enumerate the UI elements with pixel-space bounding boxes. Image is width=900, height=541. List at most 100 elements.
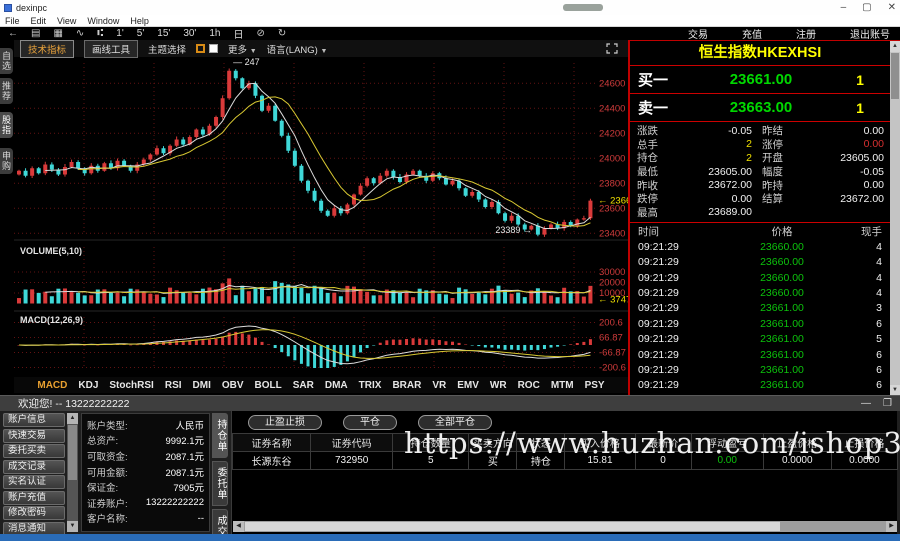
indicator-tab-obv[interactable]: OBV [222, 380, 244, 391]
menu-scroll-up-icon[interactable]: ▲ [67, 413, 78, 424]
candle-icon[interactable]: ⑆ [97, 28, 103, 39]
theme-dark-swatch[interactable] [196, 43, 219, 54]
minimize-icon[interactable]: – [841, 2, 847, 13]
sidebar-tab-watchlist[interactable]: 自选 [0, 48, 13, 74]
more-dropdown[interactable]: 更多 ▼ [228, 42, 257, 56]
position-action-button[interactable]: 平仓 [343, 415, 397, 430]
indicator-tab-wr[interactable]: WR [490, 380, 507, 391]
order-tab-3[interactable]: 成交单 [212, 509, 228, 534]
tape-row[interactable]: 09:21:29 23660.00 4 [630, 239, 890, 254]
recharge-link[interactable]: 充值 [742, 26, 762, 41]
account-menu-button[interactable]: 修改密码 [3, 506, 65, 520]
language-dropdown[interactable]: 语言(LANG) ▼ [267, 42, 328, 56]
indicator-tab-mtm[interactable]: MTM [551, 380, 574, 391]
sidebar-tab-recommend[interactable]: 推荐 [0, 78, 13, 104]
scroll-thumb[interactable] [891, 53, 899, 99]
grid-icon[interactable]: ▦ [53, 28, 62, 39]
account-value: 2087.1元 [165, 467, 204, 479]
indicator-tab-emv[interactable]: EMV [457, 380, 479, 391]
indicator-tab-stochrsi[interactable]: StochRSI [109, 380, 153, 391]
tape-row[interactable]: 09:21:29 23661.00 6 [630, 347, 890, 362]
register-link[interactable]: 注册 [796, 26, 816, 41]
indicator-tab-macd[interactable]: MACD [37, 380, 67, 391]
tape-row[interactable]: 09:21:29 23660.00 4 [630, 255, 890, 270]
quote-scrollbar[interactable]: ▲ ▼ [890, 41, 900, 396]
close-icon[interactable]: ✕ [888, 2, 896, 13]
menu-help[interactable]: Help [130, 16, 149, 26]
draw-tools-button[interactable]: 画线工具 [84, 39, 139, 58]
price-chart[interactable]: 2460024400242002400023800236002340030000… [14, 57, 628, 377]
tape-row[interactable]: 09:21:29 23661.00 6 [630, 378, 890, 393]
panel-minimize-icon[interactable]: — [861, 396, 871, 412]
account-value: 人民币 [175, 420, 204, 432]
maximize-icon[interactable]: ▢ [862, 2, 871, 13]
timeframe-1h[interactable]: 1h [209, 28, 220, 39]
tape-row[interactable]: 09:21:29 23661.00 6 [630, 316, 890, 331]
sidebar-tab-ipo[interactable]: 申购 [0, 148, 13, 174]
table-row[interactable]: 长源东谷 732950 5 买持仓 15.81 0 0.00 0.0000 0.0000 [231, 451, 899, 470]
order-tab-2[interactable]: 委托单 [212, 461, 228, 506]
tape-row[interactable]: 09:21:29 23661.00 6 [630, 362, 890, 377]
kline-icon[interactable]: ▤ [31, 28, 40, 39]
indicator-tab-boll[interactable]: BOLL [255, 380, 282, 391]
indicator-tab-vr[interactable]: VR [432, 380, 446, 391]
tape-row[interactable]: 09:21:29 23660.00 4 [630, 270, 890, 285]
menu-window[interactable]: Window [87, 16, 119, 26]
tape-list[interactable]: 09:21:29 23660.00 4 09:21:29 23660.00 4 09:21:… [630, 239, 900, 393]
position-action-button[interactable]: 全部平仓 [418, 415, 492, 430]
timeframe-30m[interactable]: 30' [183, 28, 196, 39]
indicator-tab-psy[interactable]: PSY [585, 380, 605, 391]
menu-file[interactable]: File [5, 16, 20, 26]
ask-row[interactable]: 卖一 23663.00 1 [630, 94, 890, 122]
fullscreen-icon[interactable] [606, 43, 618, 54]
indicator-tab-roc[interactable]: ROC [518, 380, 540, 391]
timeframe-1m[interactable]: 1' [116, 28, 123, 39]
account-menu-button[interactable]: 成交记录 [3, 459, 65, 474]
indicator-tab-brar[interactable]: BRAR [392, 380, 421, 391]
indicator-tab-trix[interactable]: TRIX [359, 380, 382, 391]
trade-link[interactable]: 交易 [688, 26, 708, 41]
account-menu-button[interactable]: 账户充值 [3, 490, 65, 505]
menu-scroll-thumb[interactable] [68, 425, 77, 480]
indicators-button[interactable]: 技术指标 [20, 39, 75, 58]
account-menu-button[interactable]: 账户信息 [3, 413, 65, 427]
position-action-button[interactable]: 止盈止损 [248, 415, 322, 430]
theme-light-swatch[interactable] [209, 43, 219, 53]
tape-row[interactable]: 09:21:29 23661.00 3 [630, 301, 890, 316]
back-icon[interactable]: ← [8, 28, 18, 39]
account-menu-button[interactable]: 消息通知 [3, 521, 65, 534]
tape-row[interactable]: 09:21:29 23660.00 4 [630, 285, 890, 300]
account-menu-button[interactable]: 委托买卖 [3, 444, 65, 458]
menu-view[interactable]: View [57, 16, 76, 26]
indicator-tab-rsi[interactable]: RSI [165, 380, 182, 391]
indicator-tab-kdj[interactable]: KDJ [78, 380, 98, 391]
h-scroll-left-icon[interactable]: ◀ [233, 521, 244, 532]
indicator-tab-sar[interactable]: SAR [293, 380, 314, 391]
refresh-icon[interactable]: ↻ [278, 28, 286, 39]
timeframe-day[interactable]: 日 [233, 26, 243, 41]
account-label: 客户名称: [87, 514, 128, 526]
line-chart-icon[interactable]: ∿ [76, 28, 84, 39]
bid-row[interactable]: 买一 23661.00 1 [630, 66, 890, 94]
timeframe-5m[interactable]: 5' [137, 28, 144, 39]
indicator-tab-dmi[interactable]: DMI [193, 380, 211, 391]
tape-qty: 4 [876, 271, 882, 284]
tape-row[interactable]: 09:21:29 23661.00 5 [630, 332, 890, 347]
account-menu-button[interactable]: 实名认证 [3, 475, 65, 489]
indicator-tab-dma[interactable]: DMA [325, 380, 348, 391]
block-icon[interactable]: ⊘ [256, 28, 264, 39]
stat-value: 0.00 [863, 124, 884, 137]
menu-scroll-down-icon[interactable]: ▼ [67, 521, 78, 532]
menu-edit[interactable]: Edit [31, 16, 47, 26]
scroll-up-icon[interactable]: ▲ [890, 41, 900, 52]
logout-link[interactable]: 退出账号 [850, 26, 890, 41]
order-tab-1[interactable]: 持仓单 [212, 413, 228, 458]
table-h-scrollbar[interactable]: ◀ ▶ [233, 521, 897, 532]
panel-restore-icon[interactable]: ❐ [883, 396, 892, 412]
account-menu-button[interactable]: 快速交易 [3, 428, 65, 443]
timeframe-15m[interactable]: 15' [157, 28, 170, 39]
menu-scrollbar[interactable]: ▲ ▼ [67, 413, 78, 532]
h-scroll-right-icon[interactable]: ▶ [886, 521, 897, 532]
sidebar-tab-index[interactable]: 股指 [0, 112, 13, 138]
h-scroll-thumb[interactable] [245, 522, 780, 531]
